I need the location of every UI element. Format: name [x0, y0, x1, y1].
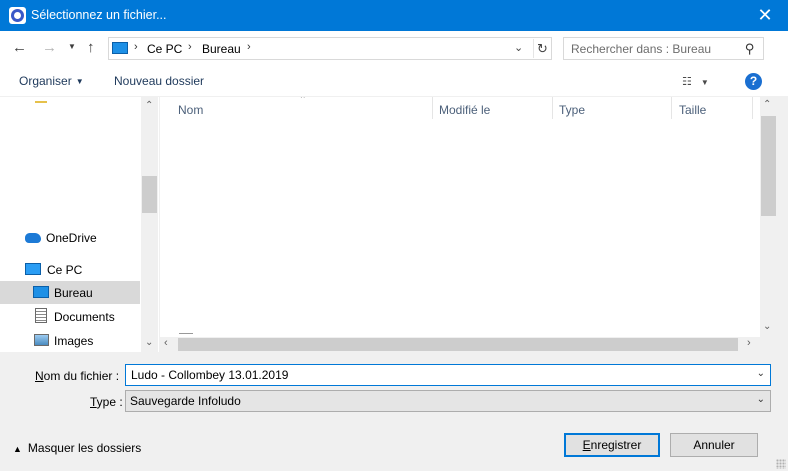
search-input[interactable]: Rechercher dans : Bureau ⚲ — [563, 37, 764, 60]
file-type-select[interactable]: Sauvegarde Infoludo ⌄ — [125, 390, 771, 412]
forward-arrow-icon[interactable]: → — [42, 39, 57, 56]
column-header-name[interactable]: Nom — [178, 103, 203, 117]
sidebar-item-images[interactable]: Images — [0, 329, 140, 352]
sidebar-item-label: Images — [54, 334, 94, 348]
resize-grip-icon[interactable] — [776, 459, 786, 469]
sidebar-scrollbar[interactable]: ⌃ ⌄ — [141, 97, 158, 352]
column-header-type[interactable]: Type — [559, 103, 585, 117]
search-icon[interactable]: ⚲ — [745, 41, 755, 57]
scrollbar-thumb[interactable] — [178, 338, 738, 351]
sidebar-item-documents[interactable]: Documents — [0, 305, 140, 328]
caret-down-icon: ▼ — [75, 77, 84, 86]
column-header-modified[interactable]: Modifié le — [439, 103, 490, 117]
pc-icon — [25, 263, 41, 275]
sidebar-item-label: Bureau — [54, 286, 93, 300]
cancel-button[interactable]: Annuler — [670, 433, 758, 457]
column-header-size[interactable]: Taille — [679, 103, 706, 117]
breadcrumb-ce-pc[interactable]: Ce PC — [147, 42, 182, 56]
up-arrow-icon[interactable]: ↑ — [87, 39, 95, 56]
hide-folders-label: Masquer les dossiers — [27, 441, 142, 455]
sidebar-item-label: OneDrive — [46, 231, 97, 245]
scroll-down-icon[interactable]: ⌄ — [763, 321, 771, 332]
column-divider[interactable] — [432, 97, 433, 119]
scroll-up-icon[interactable]: ⌃ — [763, 99, 771, 110]
documents-icon — [35, 308, 47, 323]
file-list-vertical-scrollbar[interactable]: ⌃ ⌄ — [760, 97, 777, 337]
sidebar-item-ce-pc[interactable]: Ce PC — [0, 258, 140, 281]
title-bar: Sélectionnez un fichier... ✕ — [0, 0, 788, 31]
back-arrow-icon[interactable]: ← — [12, 39, 27, 56]
onedrive-icon — [25, 233, 41, 243]
chevron-up-icon: ▲ — [13, 444, 22, 454]
filename-value[interactable]: Ludo - Collombey 13.01.2019 — [131, 368, 288, 382]
save-button[interactable]: Enregistrer — [564, 433, 660, 457]
help-icon[interactable]: ? — [745, 73, 762, 90]
pc-icon — [112, 42, 128, 54]
filename-field[interactable]: Ludo - Collombey 13.01.2019 ⌄ — [125, 364, 771, 386]
scroll-left-icon[interactable]: ‹ — [164, 337, 168, 349]
scroll-down-icon[interactable]: ⌄ — [145, 337, 153, 348]
breadcrumb-separator-icon[interactable]: › — [134, 41, 138, 53]
window-title: Sélectionnez un fichier... — [31, 8, 167, 22]
type-label: Type : — [90, 395, 123, 409]
sidebar-item-label: Documents — [54, 310, 115, 324]
navigation-bar: ← → ▼ ↑ › Ce PC › Bureau › ⌄ ↻ Recherche… — [0, 31, 788, 65]
list-item[interactable] — [179, 333, 193, 334]
scroll-right-icon[interactable]: › — [747, 337, 751, 349]
close-button[interactable]: ✕ — [742, 0, 788, 31]
view-options-icon[interactable]: ☷ ▼ — [682, 75, 709, 88]
sidebar-item-bureau[interactable]: Bureau — [0, 281, 140, 304]
column-divider[interactable] — [752, 97, 753, 119]
scrollbar-thumb[interactable] — [142, 176, 157, 213]
organize-menu[interactable]: Organiser ▼ — [19, 74, 84, 88]
sidebar-item-label: Ce PC — [47, 263, 83, 277]
recent-locations-chevron-icon[interactable]: ▼ — [68, 42, 76, 51]
organize-label: Organiser — [19, 74, 72, 88]
hide-folders-toggle[interactable]: ▲ Masquer les dossiers — [13, 441, 141, 455]
chevron-down-icon[interactable]: ⌄ — [757, 394, 765, 405]
scrollbar-corner — [760, 337, 777, 352]
chevron-down-icon[interactable]: ⌄ — [757, 368, 765, 379]
navigation-pane: OneDrive Ce PC Bureau Documents Images ⌃… — [0, 97, 159, 352]
address-bar[interactable]: › Ce PC › Bureau › ⌄ ↻ — [108, 37, 552, 60]
scrollbar-thumb[interactable] — [761, 116, 776, 216]
sort-ascending-icon: ⌃ — [299, 97, 307, 104]
new-folder-button[interactable]: Nouveau dossier — [114, 74, 204, 88]
breadcrumb-separator-icon[interactable]: › — [188, 41, 192, 53]
search-placeholder: Rechercher dans : Bureau — [571, 42, 712, 56]
breadcrumb-separator-icon[interactable]: › — [247, 41, 251, 53]
app-icon — [9, 7, 26, 24]
file-list-horizontal-scrollbar[interactable]: ‹ › — [160, 337, 760, 352]
scroll-up-icon[interactable]: ⌃ — [145, 100, 153, 111]
column-divider[interactable] — [671, 97, 672, 119]
filename-label: Nom du fichier : — [35, 369, 120, 383]
desktop-folder-icon — [33, 286, 49, 298]
file-type-value: Sauvegarde Infoludo — [130, 394, 241, 408]
pictures-icon — [34, 334, 49, 346]
file-list[interactable]: ⌃ Nom Modifié le Type Taille — [160, 97, 760, 337]
refresh-icon[interactable]: ↻ — [533, 39, 551, 58]
command-bar: Organiser ▼ Nouveau dossier ☷ ▼ ? — [0, 65, 788, 97]
folder-icon — [35, 101, 47, 103]
breadcrumb-bureau[interactable]: Bureau — [202, 42, 241, 56]
column-divider[interactable] — [552, 97, 553, 119]
address-dropdown-icon[interactable]: ⌄ — [514, 41, 523, 54]
sidebar-item-onedrive[interactable]: OneDrive — [0, 226, 140, 249]
